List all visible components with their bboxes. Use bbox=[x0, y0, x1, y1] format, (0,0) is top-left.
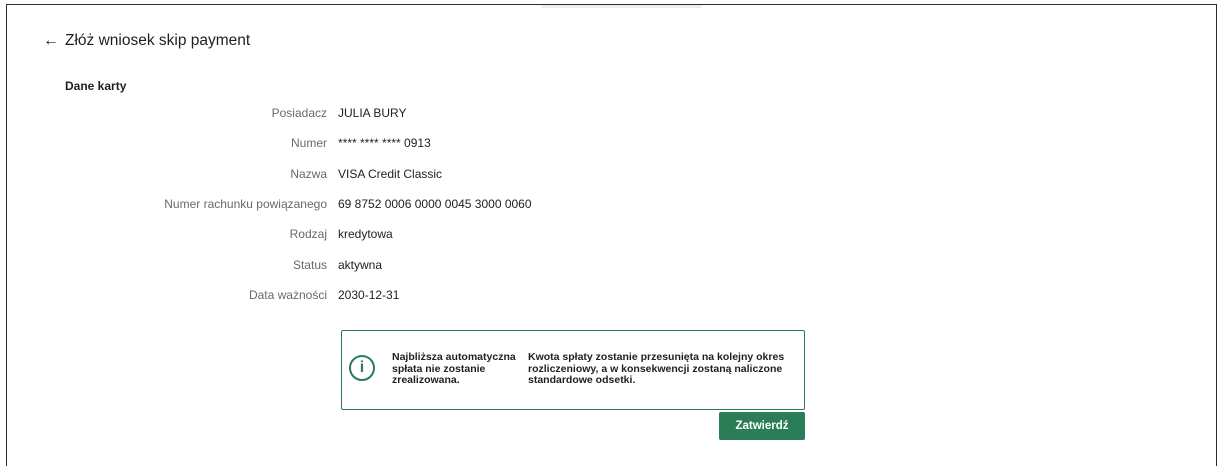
detail-row-account: Numer rachunku powiązanego 69 8752 0006 … bbox=[7, 197, 707, 215]
detail-row-expiry: Data ważności 2030-12-31 bbox=[7, 288, 707, 306]
info-icon: i bbox=[349, 355, 375, 381]
detail-label: Numer bbox=[290, 136, 327, 150]
detail-value: 69 8752 0006 0000 0045 3000 0060 bbox=[338, 197, 532, 211]
detail-value: **** **** **** 0913 bbox=[338, 136, 431, 150]
detail-row-number: Numer **** **** **** 0913 bbox=[7, 136, 707, 154]
info-message-summary: Najbliższa automatyczna spłata nie zosta… bbox=[392, 351, 516, 386]
detail-label: Status bbox=[292, 258, 327, 272]
app-window: ← Złóż wniosek skip payment Dane karty P… bbox=[6, 4, 1217, 466]
detail-label: Numer rachunku powiązanego bbox=[164, 197, 327, 211]
detail-value: aktywna bbox=[338, 258, 383, 272]
detail-value: VISA Credit Classic bbox=[338, 167, 443, 181]
detail-label: Data ważności bbox=[248, 288, 327, 302]
detail-value: JULIA BURY bbox=[338, 106, 407, 120]
detail-label: Nazwa bbox=[290, 167, 327, 181]
detail-label: Rodzaj bbox=[289, 227, 327, 241]
back-link[interactable]: ← Złóż wniosek skip payment bbox=[43, 32, 250, 50]
info-message-box: i Najbliższa automatyczna spłata nie zos… bbox=[341, 330, 805, 410]
detail-label: Posiadacz bbox=[271, 106, 327, 120]
detail-row-type: Rodzaj kredytowa bbox=[7, 227, 707, 245]
page-title: Złóż wniosek skip payment bbox=[65, 32, 251, 49]
detail-row-status: Status aktywna bbox=[7, 258, 707, 276]
back-arrow-icon[interactable]: ← bbox=[43, 32, 59, 50]
detail-value: kredytowa bbox=[338, 227, 393, 241]
info-message-detail: Kwota spłaty zostanie przesunięta na kol… bbox=[528, 351, 785, 386]
detail-row-holder: Posiadacz JULIA BURY bbox=[7, 106, 707, 124]
section-title-card-data: Dane karty bbox=[65, 79, 127, 93]
confirm-button[interactable]: Zatwierdź bbox=[719, 412, 805, 440]
detail-value: 2030-12-31 bbox=[338, 288, 400, 302]
info-icon-glyph: i bbox=[359, 359, 365, 376]
detail-row-name: Nazwa VISA Credit Classic bbox=[7, 167, 707, 185]
top-divider bbox=[542, 5, 702, 8]
